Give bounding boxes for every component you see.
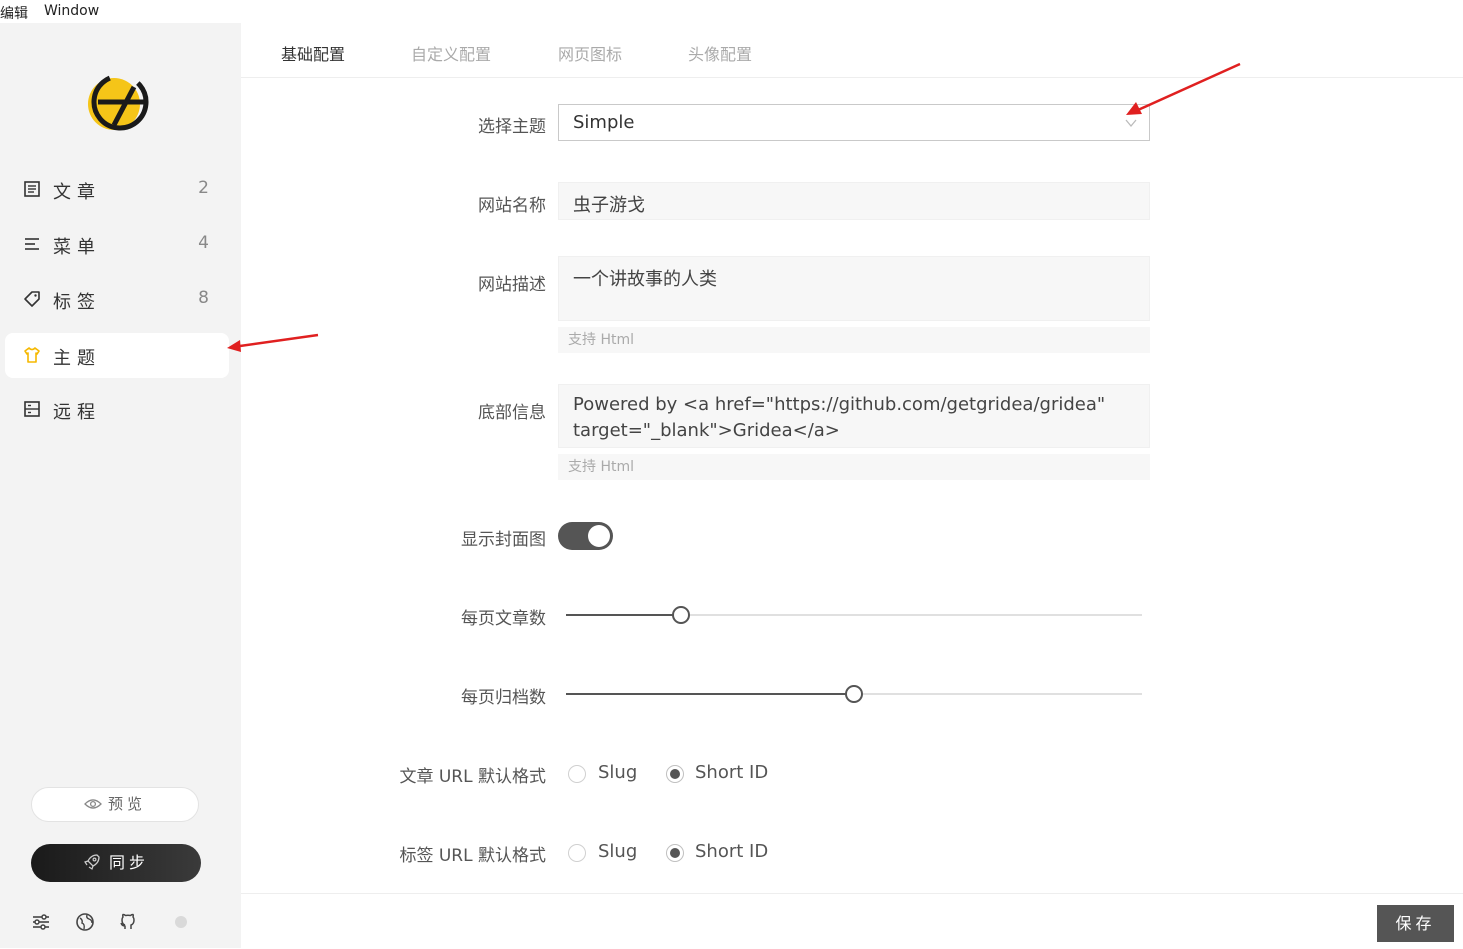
preview-button[interactable]: 预览 — [31, 787, 199, 822]
menu-window[interactable]: Window — [44, 3, 99, 19]
site-desc-textarea[interactable]: 一个讲故事的人类 — [558, 256, 1150, 321]
sidebar-item-theme[interactable]: 主题 — [5, 333, 229, 378]
shirt-icon — [24, 347, 40, 363]
globe-icon[interactable] — [75, 912, 95, 932]
show-cover-label: 显示封面图 — [461, 530, 546, 550]
post-url-slug-label[interactable]: Slug — [598, 762, 637, 783]
sidebar-item-tags[interactable]: 标签 8 — [5, 277, 229, 322]
github-icon[interactable] — [118, 912, 138, 932]
tag-icon — [24, 291, 40, 307]
archives-per-page-slider[interactable] — [566, 684, 1142, 704]
footer-info-line1: Powered by <a href="https://github.com/g… — [573, 394, 1106, 415]
tag-url-format-label: 标签 URL 默认格式 — [399, 846, 546, 866]
theme-select-value: Simple — [573, 112, 635, 133]
settings-sliders-icon[interactable] — [31, 912, 51, 932]
sidebar-item-label: 主题 — [53, 348, 101, 369]
sidebar-item-articles[interactable]: 文章 2 — [5, 167, 229, 212]
sidebar-item-count: 2 — [198, 178, 209, 198]
sidebar-item-label: 标签 — [53, 292, 101, 313]
preview-label: 预览 — [107, 795, 146, 813]
menu-icon — [25, 238, 39, 250]
footer-info-textarea[interactable]: Powered by <a href="https://github.com/g… — [558, 384, 1150, 448]
slider-thumb[interactable] — [672, 606, 691, 624]
footer-bar — [241, 893, 1463, 949]
site-name-label: 网站名称 — [478, 196, 546, 216]
tab-custom-config[interactable]: 自定义配置 — [411, 41, 491, 65]
tab-bar: 基础配置 自定义配置 网页图标 头像配置 — [241, 23, 1463, 78]
menu-edit[interactable]: 编辑 — [0, 3, 28, 23]
slider-thumb[interactable] — [845, 685, 863, 703]
archives-per-page-label: 每页归档数 — [461, 688, 546, 708]
sidebar-item-label: 菜单 — [53, 237, 101, 258]
eye-icon — [84, 799, 102, 809]
toggle-knob — [588, 525, 610, 547]
save-button[interactable]: 保存 — [1377, 905, 1454, 942]
sidebar-item-count: 8 — [198, 288, 209, 308]
posts-per-page-label: 每页文章数 — [461, 609, 546, 629]
slider-fill — [566, 614, 682, 616]
post-url-shortid-radio[interactable] — [666, 765, 684, 783]
footer-info-hint: 支持 Html — [558, 454, 1150, 480]
sidebar-item-label: 文章 — [53, 182, 101, 203]
slider-fill — [566, 693, 854, 695]
tab-favicon[interactable]: 网页图标 — [558, 41, 622, 65]
sidebar: 文章 2 菜单 4 标签 8 主题 远程 预览 同步 — [0, 23, 241, 948]
show-cover-toggle[interactable] — [558, 522, 613, 550]
theme-label: 选择主题 — [478, 117, 546, 137]
status-dot — [175, 916, 187, 928]
site-desc-hint: 支持 Html — [558, 327, 1150, 353]
theme-select[interactable]: Simple — [558, 104, 1150, 141]
menu-bar: 编辑 Window — [0, 0, 1463, 23]
chevron-down-icon — [1125, 119, 1137, 128]
tag-url-slug-radio[interactable] — [568, 844, 586, 862]
site-name-input[interactable]: 虫子游戈 — [558, 182, 1150, 220]
tab-basic-config[interactable]: 基础配置 — [281, 41, 345, 65]
tag-url-shortid-radio[interactable] — [666, 844, 684, 862]
posts-per-page-slider[interactable] — [566, 605, 1142, 625]
footer-info-line2: target="_blank">Gridea</a> — [573, 420, 840, 441]
footer-info-label: 底部信息 — [478, 403, 546, 423]
sidebar-item-remote[interactable]: 远程 — [5, 387, 229, 432]
sync-label: 同步 — [108, 853, 149, 872]
article-icon — [24, 181, 40, 197]
gridea-logo-icon — [88, 73, 149, 131]
post-url-shortid-label[interactable]: Short ID — [695, 762, 768, 783]
sidebar-item-label: 远程 — [53, 402, 101, 423]
tag-url-slug-label[interactable]: Slug — [598, 841, 637, 862]
rocket-icon — [84, 854, 100, 870]
tab-avatar-config[interactable]: 头像配置 — [688, 41, 752, 65]
post-url-format-label: 文章 URL 默认格式 — [399, 767, 546, 787]
sidebar-item-menus[interactable]: 菜单 4 — [5, 222, 229, 267]
sync-button[interactable]: 同步 — [31, 844, 201, 882]
post-url-slug-radio[interactable] — [568, 765, 586, 783]
site-desc-label: 网站描述 — [478, 275, 546, 295]
tag-url-shortid-label[interactable]: Short ID — [695, 841, 768, 862]
sidebar-item-count: 4 — [198, 233, 209, 253]
remote-icon — [24, 401, 40, 417]
